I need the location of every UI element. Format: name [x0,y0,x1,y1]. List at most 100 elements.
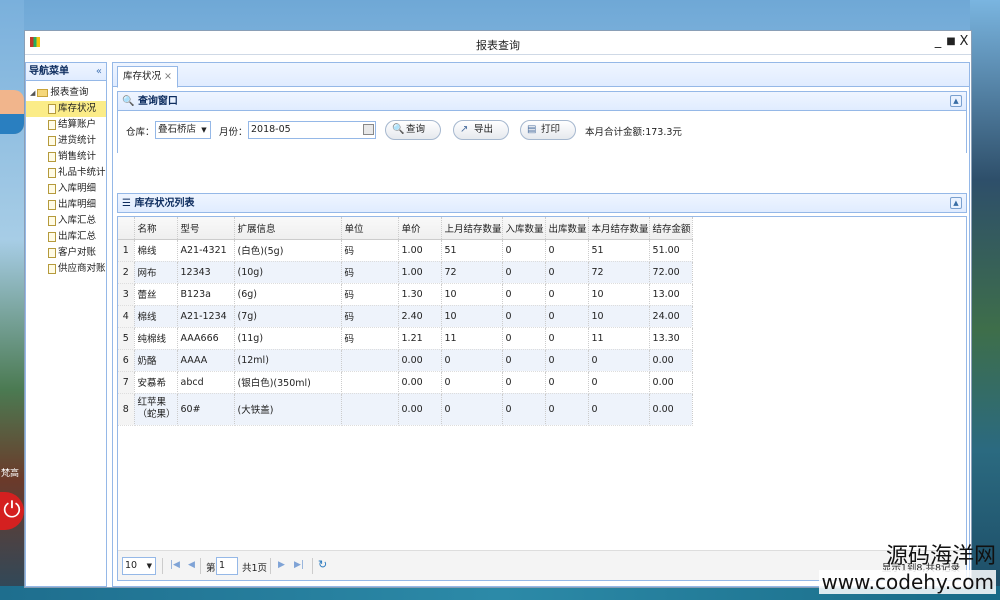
print-button[interactable]: ▤ 打印 [520,120,576,140]
table-cell: 51.00 [649,239,693,262]
table-row[interactable]: 4 棉线 A21-1234 (7g) 码 2.40 10 0 0 10 24.00 [118,305,693,328]
file-icon [48,151,56,162]
column-header[interactable]: 出库数量 [545,217,589,240]
query-form: 仓库： 叠石桥店 ▼ 月份： 2018-05 🔍 查询 ↗ 导出 ▤ 打印 本月… [117,111,967,153]
table-cell: 0 [545,305,589,328]
export-button[interactable]: ↗ 导出 [453,120,509,140]
sidebar-item-label: 入库汇总 [58,215,97,226]
next-page-icon[interactable]: ▶ [278,560,285,570]
table-cell: 奶酪 [134,349,178,372]
table-cell: 1.00 [398,239,442,262]
table-cell: 60# [177,393,235,426]
file-icon [48,119,56,130]
table-cell: 红苹果（蛇果） [134,393,178,426]
table-cell: 0 [545,283,589,306]
desktop-avatar-icon[interactable] [0,90,24,134]
page-size-select[interactable]: 10 ▼ [122,557,156,575]
table-cell: A21-1234 [177,305,235,328]
column-header[interactable]: 名称 [134,217,178,240]
sidebar-item-inventory[interactable]: 库存状况 [26,101,106,117]
row-number: 2 [118,261,135,284]
column-header[interactable]: 型号 [177,217,235,240]
tab-close-icon[interactable]: × [164,71,172,82]
table-row[interactable]: 5 纯棉线 AAA666 (11g) 码 1.21 11 0 0 11 13.30 [118,327,693,350]
prev-page-icon[interactable]: ◀ [188,560,195,570]
page-number-input[interactable]: 1 [216,557,238,575]
table-row[interactable]: 7 安慕希 abcd (银白色)(350ml) 0.00 0 0 0 0 0.00 [118,371,693,394]
main-panel: 库存状况 × 🔍 查询窗口 ▲ 仓库： 叠石桥店 ▼ 月份： 2018-05 🔍… [112,62,970,587]
divider [312,558,313,574]
first-page-icon[interactable]: |◀ [170,560,180,570]
tab-inventory[interactable]: 库存状况 × [117,66,178,88]
table-cell: 码 [341,305,399,328]
table-cell: 0 [502,371,546,394]
table-cell: 棉线 [134,305,178,328]
query-panel-title: 查询窗口 [137,96,178,107]
table-cell: 0 [502,261,546,284]
table-row[interactable]: 8 红苹果（蛇果） 60# (大铁盖) 0.00 0 0 0 0 0.00 [118,393,693,426]
table-cell: 2.40 [398,305,442,328]
panel-collapse-icon[interactable]: ▲ [950,95,962,107]
sidebar-item-purchase-stats[interactable]: 进货统计 [26,133,106,149]
file-icon [48,167,56,178]
minimize-button[interactable]: _ [931,34,945,50]
report-window: 报表查询 _ ■ X 导航菜单 « ◢ 报表查询 库存状况 结算账户 进货统计 销… [24,30,972,588]
sidebar-item-label: 出库明细 [58,199,97,210]
table-cell: 码 [341,239,399,262]
row-number: 5 [118,327,135,350]
table-cell: 13.30 [649,327,693,350]
sidebar-item-inbound-summary[interactable]: 入库汇总 [26,213,106,229]
sidebar-item-giftcard-stats[interactable]: 礼品卡统计 [26,165,106,181]
month-input[interactable]: 2018-05 [248,121,376,139]
column-header[interactable]: 单位 [341,217,399,240]
sidebar-item-sales-stats[interactable]: 销售统计 [26,149,106,165]
table-cell: 0 [545,239,589,262]
search-button-label: 查询 [406,124,426,135]
list-icon: ☰ [122,198,131,209]
sidebar-item-outbound-summary[interactable]: 出库汇总 [26,229,106,245]
panel-collapse-icon[interactable]: ▲ [950,197,962,209]
maximize-button[interactable]: ■ [944,34,958,50]
table-cell: 0.00 [398,371,442,394]
sidebar-item-label: 销售统计 [58,151,97,162]
table-row[interactable]: 2 网布 12343 (10g) 码 1.00 72 0 0 72 72.00 [118,261,693,284]
grid-panel-header-wrap: ☰ 库存状况列表 ▲ [117,193,967,213]
page-number-value: 1 [219,560,226,571]
column-header[interactable]: 本月结存数量 [588,217,650,240]
table-cell: 码 [341,327,399,350]
expand-arrow-icon[interactable]: ◢ [30,89,35,97]
sidebar-item-settlement[interactable]: 结算账户 [26,117,106,133]
column-header[interactable]: 单价 [398,217,442,240]
table-cell: 10 [588,283,650,306]
table-row[interactable]: 1 棉线 A21-4321 (白色)(5g) 码 1.00 51 0 0 51 51.00 [118,239,693,262]
table-cell [341,371,399,394]
column-header[interactable]: 上月结存数量 [441,217,503,240]
divider [200,558,201,574]
column-header[interactable]: 入库数量 [502,217,546,240]
table-row[interactable]: 3 蕾丝 B123a (6g) 码 1.30 10 0 0 10 13.00 [118,283,693,306]
search-button[interactable]: 🔍 查询 [385,120,441,140]
column-header[interactable]: 扩展信息 [234,217,342,240]
refresh-icon[interactable]: ↻ [318,558,327,571]
file-icon [48,215,56,226]
table-cell: 11 [588,327,650,350]
sidebar-item-inbound-detail[interactable]: 入库明细 [26,181,106,197]
row-number: 6 [118,349,135,372]
sidebar-item-customer-statement[interactable]: 客户对账 [26,245,106,261]
table-header-row: 名称 型号 扩展信息 单位 单价 上月结存数量 入库数量 出库数量 本月结存数量… [118,217,693,240]
table-row[interactable]: 6 奶酪 AAAA (12ml) 0.00 0 0 0 0 0.00 [118,349,693,372]
nav-sidebar: 导航菜单 « ◢ 报表查询 库存状况 结算账户 进货统计 销售统计 礼品卡统计 入… [25,62,107,587]
sidebar-item-supplier-statement[interactable]: 供应商对账 [26,261,106,277]
table-cell: 0 [502,327,546,350]
column-header[interactable]: 结存金额 [649,217,693,240]
sidebar-item-outbound-detail[interactable]: 出库明细 [26,197,106,213]
last-page-icon[interactable]: ▶| [294,560,304,570]
row-number: 1 [118,239,135,262]
tree-root-report[interactable]: ◢ 报表查询 [26,81,106,101]
calendar-icon[interactable] [363,124,374,135]
close-button[interactable]: X [957,34,971,50]
table-cell: AAA666 [177,327,235,350]
grid-panel-title: 库存状况列表 [134,198,195,209]
warehouse-select[interactable]: 叠石桥店 ▼ [155,121,211,139]
collapse-icon[interactable]: « [96,63,102,81]
